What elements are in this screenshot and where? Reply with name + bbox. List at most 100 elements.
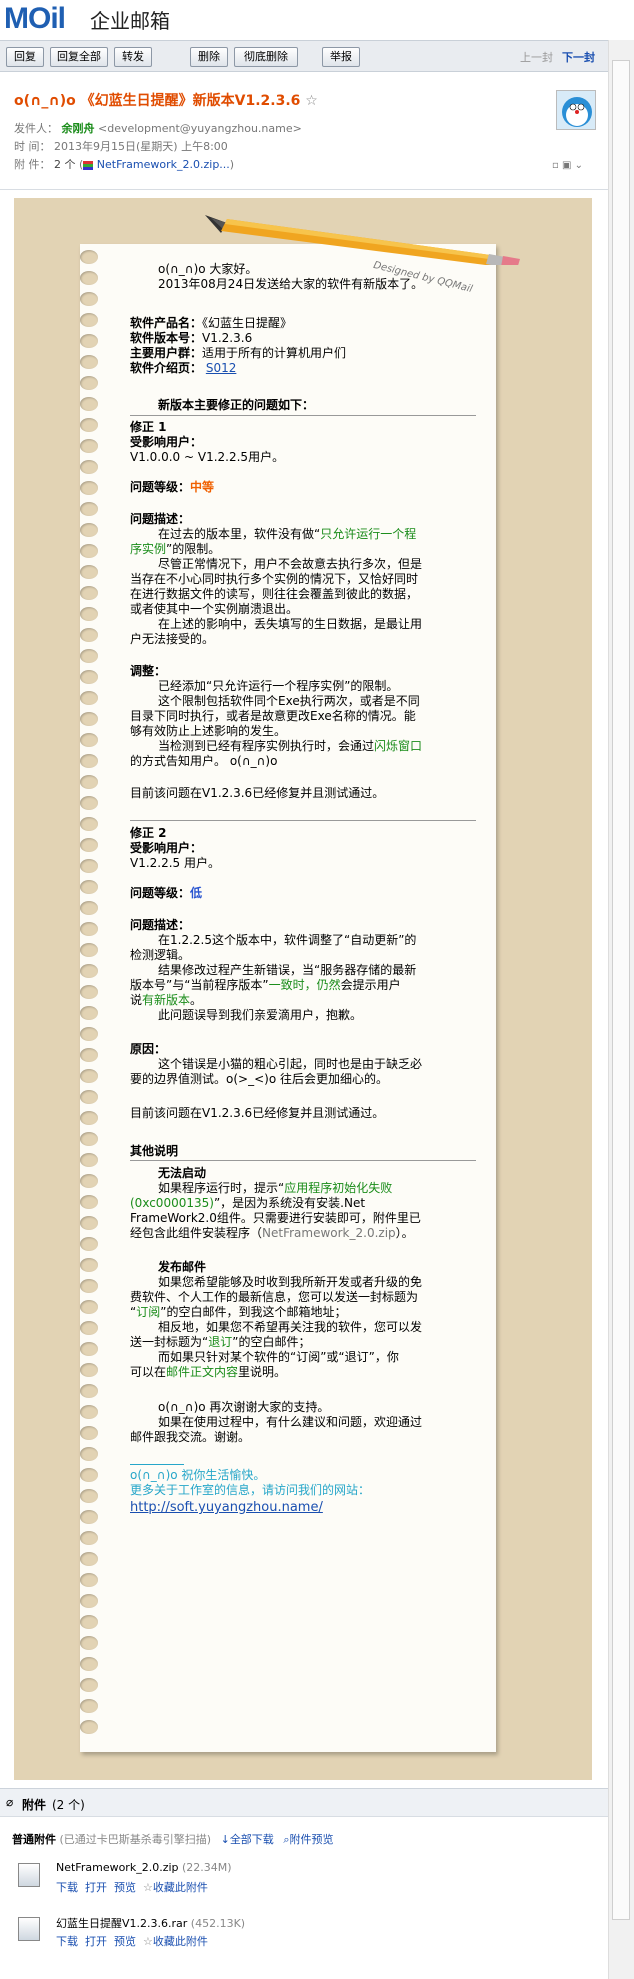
- mail-body: Designed by QQMail o(∩_∩)o 大家好。 2013年08月…: [0, 190, 608, 1788]
- fix1-done-line: 目前该问题在V1.2.3.6已经修复并且测试通过。: [130, 786, 385, 800]
- notepaper-hole: [80, 1090, 98, 1104]
- notepaper-hole: [80, 670, 98, 684]
- notepaper-hole: [80, 586, 98, 600]
- fix1-adjust-line: 已经添加“只允许运行一个程序实例”的限制。: [158, 679, 399, 693]
- users-row: 主要用户群：适用于所有的计算机用户们: [130, 346, 347, 360]
- report-button[interactable]: 举报: [322, 47, 360, 67]
- notepaper-hole: [80, 754, 98, 768]
- notepaper-hole: [80, 691, 98, 705]
- download-link[interactable]: 下载: [56, 1935, 78, 1948]
- notepaper-hole: [80, 838, 98, 852]
- save-attachment-link[interactable]: 收藏此附件: [153, 1881, 208, 1894]
- notepaper-hole: [80, 1321, 98, 1335]
- open-link[interactable]: 打开: [85, 1935, 107, 1948]
- prev-mail-link[interactable]: 上一封: [520, 49, 553, 65]
- notepaper-hole: [80, 1384, 98, 1398]
- notepaper-hole: [80, 1426, 98, 1440]
- fix1-title: 修正 1: [130, 420, 167, 434]
- notepaper-hole: [80, 649, 98, 663]
- reply-all-button[interactable]: 回复全部: [50, 47, 108, 67]
- notepaper-hole: [80, 1531, 98, 1545]
- mailing-line: 送一封标题为“退订”的空白邮件；: [130, 1335, 311, 1349]
- intro-line: 2013年08月24日发送给大家的软件有新版本了。: [158, 277, 424, 291]
- divider: [130, 415, 476, 416]
- intro-page-link[interactable]: S012: [206, 361, 237, 375]
- download-all-button[interactable]: ↓全部下载: [221, 1833, 274, 1846]
- next-mail-link[interactable]: 下一封: [562, 49, 595, 65]
- paperclip-icon: ⌀: [6, 1795, 14, 1809]
- attachment-name[interactable]: 幻蓝生日提醒V1.2.3.6.rar: [56, 1917, 187, 1930]
- notepaper-hole: [80, 1678, 98, 1692]
- notepaper-hole: [80, 1216, 98, 1230]
- notepaper-hole: [80, 460, 98, 474]
- attachment-name[interactable]: NetFramework_2.0.zip: [56, 1861, 179, 1874]
- fix1-adjust-line: 这个限制包括软件同个Exe执行两次，或者是不同: [158, 694, 420, 708]
- fix2-desc-line: 版本号”与“当前程序版本”一致时，仍然会提示用户: [130, 978, 401, 992]
- open-link[interactable]: 打开: [85, 1881, 107, 1894]
- preview-link[interactable]: 预览: [114, 1935, 136, 1948]
- download-link[interactable]: 下载: [56, 1881, 78, 1894]
- notepaper-hole: [80, 1132, 98, 1146]
- print-icon[interactable]: ▣: [562, 160, 571, 171]
- reply-button[interactable]: 回复: [6, 47, 44, 67]
- delete-button[interactable]: 删除: [190, 47, 228, 67]
- preview-link[interactable]: 预览: [114, 1881, 136, 1894]
- notepaper-hole: [80, 418, 98, 432]
- fix1-users-value: V1.0.0.0 ~ V1.2.2.5用户。: [130, 450, 285, 464]
- preview-all-button[interactable]: ⌕附件预览: [283, 1833, 333, 1846]
- subject-text: o(∩_∩)o 《幻蓝生日提醒》新版本V1.2.3.6: [14, 93, 301, 109]
- thanks-line: o(∩_∩)o 再次谢谢大家的支持。: [158, 1400, 330, 1414]
- fix2-title: 修正 2: [130, 826, 167, 840]
- mailing-line: 如果您希望能够及时收到我所新开发或者升级的免: [158, 1275, 423, 1289]
- scrollbar-thumb[interactable]: [612, 60, 630, 1920]
- sender-avatar[interactable]: [556, 90, 596, 130]
- attachment-item: 幻蓝生日提醒V1.2.3.6.rar (452.13K): [56, 1915, 245, 1931]
- mailing-title: 发布邮件: [158, 1260, 207, 1274]
- expand-icon[interactable]: ▫: [552, 160, 559, 171]
- notepaper-hole: [80, 1300, 98, 1314]
- zip-file-icon: [18, 1863, 40, 1887]
- star-icon[interactable]: ☆: [305, 93, 318, 109]
- fix1-desc-line: 尽管正常情况下，用户不会故意去执行多次，但是: [158, 557, 423, 571]
- notepaper-hole: [80, 1279, 98, 1293]
- fix1-desc-line: 在过去的版本里，软件没有做“只允许运行一个程: [158, 527, 417, 541]
- notepaper-hole: [80, 397, 98, 411]
- fix2-users-label: 受影响用户：: [130, 841, 203, 855]
- cant-start-line: 如果程序运行时，提示“应用程序初始化失败: [158, 1181, 393, 1195]
- notepaper-hole: [80, 250, 98, 264]
- notepaper-hole: [80, 1447, 98, 1461]
- notepaper-hole: [80, 1657, 98, 1671]
- sender-name[interactable]: 余刚舟: [62, 122, 95, 135]
- chevron-down-icon[interactable]: ⌄: [575, 160, 583, 171]
- notepaper-hole: [80, 1720, 98, 1734]
- attachment-size: (22.34M): [182, 1861, 232, 1874]
- save-attachment-link[interactable]: 收藏此附件: [153, 1935, 208, 1948]
- fix2-desc-line: 在1.2.2.5这个版本中，软件调整了“自动更新”的: [158, 933, 417, 947]
- mailing-line: 可以在邮件正文内容里说明。: [130, 1365, 287, 1379]
- notepaper-hole: [80, 859, 98, 873]
- top-bar: MOil 企业邮箱: [0, 0, 634, 40]
- notepaper-hole: [80, 712, 98, 726]
- cant-start-line: 经包含此组件安装程序（NetFramework_2.0.zip）。: [130, 1226, 414, 1240]
- mail-subject: o(∩_∩)o 《幻蓝生日提醒》新版本V1.2.3.6 ☆: [14, 90, 318, 110]
- divider: [130, 820, 476, 821]
- fix1-adjust-line: 目录下同时执行，或者是故意更改Exe名称的情况。能: [130, 709, 416, 723]
- delete-permanently-button[interactable]: 彻底删除: [234, 47, 298, 67]
- fix1-adjust-line: 够有效防止上述影响的发生。: [130, 724, 287, 738]
- fix1-desc-line: 在进行数据文件的读写，则往往会覆盖到彼此的数据，: [130, 587, 419, 601]
- notepaper-hole: [80, 1468, 98, 1482]
- signature-divider: [130, 1464, 184, 1465]
- cant-start-title: 无法启动: [158, 1166, 207, 1180]
- attachment-link[interactable]: NetFramework_2.0.zip...: [97, 158, 230, 171]
- notepaper-hole: [80, 1111, 98, 1125]
- forward-button[interactable]: 转发: [114, 47, 152, 67]
- fix2-done-line: 目前该问题在V1.2.3.6已经修复并且测试通过。: [130, 1106, 385, 1120]
- signature-line: o(∩_∩)o 祝你生活愉快。: [130, 1468, 266, 1482]
- mail-header: o(∩_∩)o 《幻蓝生日提醒》新版本V1.2.3.6 ☆ 发件人： 余刚舟 <…: [0, 72, 608, 190]
- notepaper-hole: [80, 901, 98, 915]
- notepaper-hole: [80, 439, 98, 453]
- notepaper-hole: [80, 922, 98, 936]
- notepaper-hole: [80, 1594, 98, 1608]
- zip-file-icon: [83, 160, 94, 170]
- website-link[interactable]: http://soft.yuyangzhou.name/: [130, 1500, 323, 1515]
